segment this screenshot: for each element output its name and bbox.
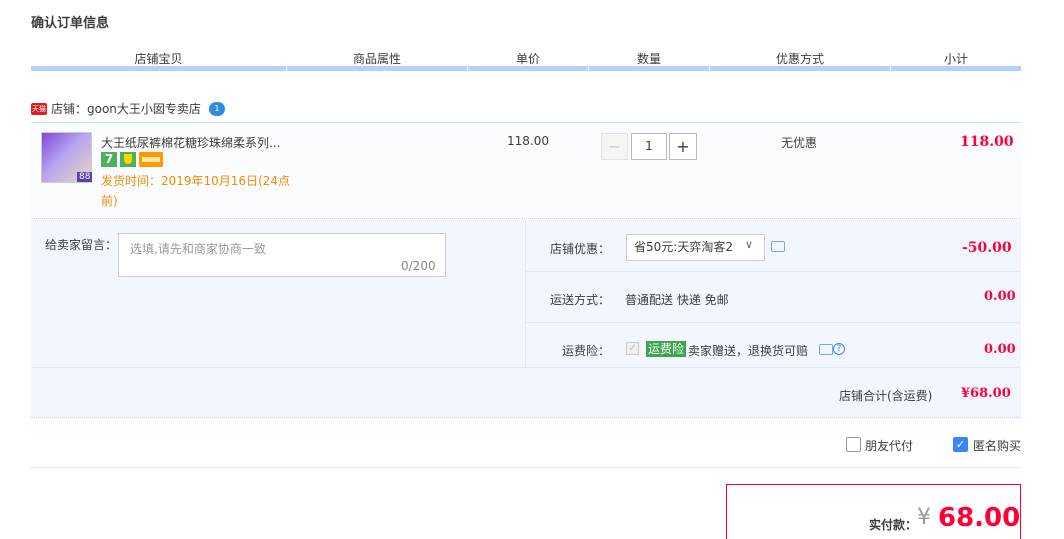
unit-price: 118.00 xyxy=(507,134,549,148)
comment-icon[interactable] xyxy=(771,241,785,252)
divider xyxy=(526,271,1021,272)
message-label: 给卖家留言： xyxy=(45,238,118,252)
insurance-text: 卖家赠送，退换货可赔 xyxy=(688,344,809,358)
qty-increase-button[interactable]: + xyxy=(669,133,697,160)
message-char-count: 0/200 xyxy=(401,259,436,273)
payment-amount: 68.00 xyxy=(938,503,1021,533)
chat-icon[interactable]: 1 xyxy=(208,101,225,116)
col-header-subtotal: 小计 xyxy=(943,52,968,66)
anonymous-label[interactable]: 匿名购买 xyxy=(973,437,1021,454)
message-placeholder: 选填,请先和商家协商一致 xyxy=(130,242,266,256)
anonymous-checkbox[interactable]: ✓ xyxy=(953,437,968,452)
header-line xyxy=(468,66,588,71)
friend-pay-checkbox[interactable] xyxy=(846,437,861,452)
divider xyxy=(525,220,526,367)
insurance-checkbox: ✓ xyxy=(626,342,639,355)
item-discount: 无优惠 xyxy=(781,136,818,150)
guarantee-icon[interactable] xyxy=(120,152,136,167)
service-badges: 7 xyxy=(101,152,163,167)
shop-name[interactable]: 店铺：goon大王小囡专卖店 xyxy=(51,100,201,117)
shipping-method: 普通配送 快递 免邮 xyxy=(625,293,729,307)
shop-row: 天猫 店铺：goon大王小囡专卖店 1 xyxy=(31,100,225,117)
ship-time: 发货时间：2019年10月16日(24点前) xyxy=(101,174,291,208)
item-subtotal: 118.00 xyxy=(960,134,1014,150)
shipping-amount: 0.00 xyxy=(984,289,1016,304)
insurance-tag: 运费险 xyxy=(646,341,687,357)
product-name-link[interactable]: 大王纸尿裤棉花糖珍珠绵柔系列... xyxy=(101,134,291,151)
credit-card-icon[interactable] xyxy=(139,152,163,167)
seven-day-return-icon[interactable]: 7 xyxy=(101,152,117,167)
friend-pay-label[interactable]: 朋友代付 xyxy=(865,437,913,454)
col-header-price: 单价 xyxy=(515,52,540,66)
divider xyxy=(526,322,1021,323)
header-line xyxy=(589,66,709,71)
divider xyxy=(31,467,1021,468)
comment-icon[interactable] xyxy=(819,344,833,355)
thumbnail-tag: 88 xyxy=(77,172,93,182)
insurance-amount: 0.00 xyxy=(984,342,1016,357)
col-header-attr: 商品属性 xyxy=(352,52,401,66)
help-icon[interactable]: ? xyxy=(833,343,845,355)
qty-decrease-button[interactable]: − xyxy=(601,133,628,160)
shipping-label: 运送方式： xyxy=(550,293,611,307)
page-title: 确认订单信息 xyxy=(31,16,110,31)
payment-label: 实付款： xyxy=(869,518,918,532)
currency-symbol: ¥ xyxy=(917,505,931,530)
insurance-label: 运费险： xyxy=(562,344,611,358)
quantity-input[interactable]: 1 xyxy=(631,133,667,160)
header-line xyxy=(710,66,890,71)
header-line xyxy=(287,66,467,71)
col-header-item: 店铺宝贝 xyxy=(134,52,183,66)
tmall-icon: 天猫 xyxy=(31,102,47,115)
divider xyxy=(31,367,1021,368)
header-line xyxy=(891,66,1021,71)
store-total-label: 店铺合计(含运费) xyxy=(839,389,933,403)
chevron-down-icon: ∨ xyxy=(745,238,754,251)
store-total-amount: ¥68.00 xyxy=(961,386,1011,401)
store-discount-label: 店铺优惠： xyxy=(550,242,611,256)
col-header-qty: 数量 xyxy=(636,52,661,66)
store-discount-amount: -50.00 xyxy=(962,240,1012,256)
header-line xyxy=(31,66,286,71)
col-header-discount: 优惠方式 xyxy=(775,52,824,66)
